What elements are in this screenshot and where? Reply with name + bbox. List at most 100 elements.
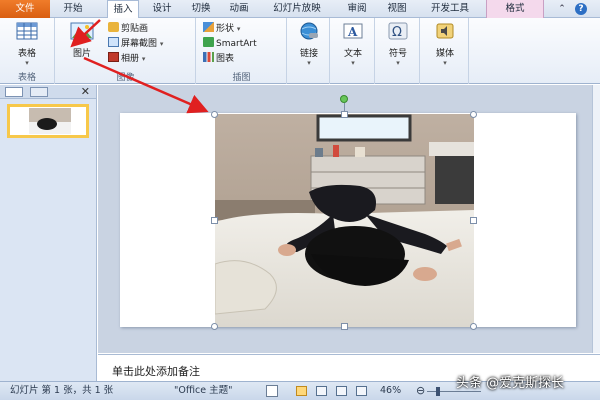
resize-handle-left[interactable] — [211, 217, 218, 224]
ribbon-tab-bar: 文件 开始 插入 设计 切换 动画 幻灯片放映 审阅 视图 开发工具 格式 ⌃ … — [0, 0, 600, 19]
symbols-dropdown-icon: ▾ — [396, 59, 400, 67]
slides-panel-tabs: ✕ — [0, 85, 96, 99]
group-illustrations-label: 插图 — [232, 73, 251, 83]
resize-handle-right[interactable] — [470, 217, 477, 224]
resize-handle-top[interactable] — [341, 111, 348, 118]
theme-status: "Office 主题" — [174, 385, 233, 396]
outline-tab[interactable] — [30, 87, 48, 97]
text-button[interactable]: A 文本 ▾ — [336, 21, 370, 67]
group-illustrations: 形状 ▾ SmartArt 图表 插图 — [197, 18, 287, 84]
link-globe-icon — [300, 22, 318, 40]
clipart-button[interactable]: 剪贴画 — [108, 22, 148, 35]
svg-text:A: A — [347, 25, 358, 39]
inserted-photo[interactable] — [215, 114, 474, 327]
slides-panel: ✕ 1 — [0, 85, 97, 381]
clipart-label: 剪贴画 — [121, 24, 149, 34]
text-label: 文本 — [343, 49, 362, 59]
group-tables-label: 表格 — [17, 73, 36, 83]
tab-review[interactable]: 审阅 — [340, 0, 374, 18]
tab-developer[interactable]: 开发工具 — [420, 0, 480, 18]
text-icon: A — [343, 23, 363, 39]
tab-view[interactable]: 视图 — [380, 0, 414, 18]
table-icon — [16, 22, 38, 40]
resize-handle-bottom-right[interactable] — [470, 323, 477, 330]
zoom-level[interactable]: 46% — [380, 382, 401, 400]
slide-thumbnail[interactable] — [7, 104, 89, 138]
screenshot-icon — [108, 37, 119, 47]
tab-home[interactable]: 开始 — [56, 0, 90, 18]
zoom-out-icon[interactable]: ⊖ — [416, 382, 425, 400]
zoom-slider-thumb[interactable] — [435, 387, 440, 396]
table-dropdown-icon: ▾ — [25, 59, 29, 67]
slide-sorter-view-button[interactable] — [316, 386, 327, 396]
minimize-ribbon-icon[interactable]: ⌃ — [556, 3, 568, 15]
group-tables: 表格 ▾ 表格 — [0, 18, 55, 84]
group-media: 媒体 ▾ — [421, 18, 469, 84]
shapes-button[interactable]: 形状 ▾ — [203, 22, 240, 35]
tab-design[interactable]: 设计 — [145, 0, 179, 18]
chart-label: 图表 — [216, 54, 235, 64]
symbols-button[interactable]: Ω 符号 ▾ — [381, 21, 415, 67]
svg-text:Ω: Ω — [392, 25, 402, 40]
smartart-button[interactable]: SmartArt — [203, 37, 257, 50]
resize-handle-bottom[interactable] — [341, 323, 348, 330]
tab-format[interactable]: 格式 — [486, 0, 544, 18]
rotate-handle-stem — [344, 103, 345, 112]
media-dropdown-icon: ▾ — [443, 59, 447, 67]
album-label: 相册 — [121, 54, 140, 64]
chart-button[interactable]: 图表 — [203, 52, 234, 65]
links-label: 链接 — [299, 49, 318, 59]
shapes-icon — [203, 22, 214, 32]
resize-handle-bottom-left[interactable] — [211, 323, 218, 330]
group-symbols: Ω 符号 ▾ — [376, 18, 420, 84]
group-text: A 文本 ▾ — [331, 18, 375, 84]
screenshot-label: 屏幕截图 — [121, 39, 158, 49]
slideshow-view-button[interactable] — [356, 386, 367, 396]
shapes-label: 形状 — [216, 24, 235, 34]
group-images: 图片 剪贴画 屏幕截图 ▾ 相册 ▾ 图像 — [56, 18, 196, 84]
watermark: 头条 @爱克斯探长 — [456, 376, 565, 391]
chart-icon — [203, 52, 214, 62]
clipart-icon — [108, 22, 119, 32]
normal-view-button[interactable] — [296, 386, 307, 396]
reading-view-button[interactable] — [336, 386, 347, 396]
omega-icon: Ω — [388, 22, 408, 40]
resize-handle-top-right[interactable] — [470, 111, 477, 118]
slide-editing-area — [98, 85, 592, 353]
screenshot-dropdown-icon: ▾ — [159, 40, 164, 48]
links-button[interactable]: 链接 ▾ — [292, 21, 326, 67]
screenshot-button[interactable]: 屏幕截图 ▾ — [108, 37, 163, 50]
table-button[interactable]: 表格 ▾ — [6, 21, 48, 67]
album-dropdown-icon: ▾ — [141, 55, 146, 63]
text-dropdown-icon: ▾ — [351, 59, 355, 67]
picture-button[interactable]: 图片 — [62, 21, 102, 59]
rotate-handle[interactable] — [340, 95, 348, 103]
tab-slideshow[interactable]: 幻灯片放映 — [258, 0, 336, 18]
ribbon-insert: 表格 ▾ 表格 图片 剪贴画 屏幕截图 ▾ 相册 ▾ 图像 形状 ▾ Smart… — [0, 18, 600, 84]
album-button[interactable]: 相册 ▾ — [108, 52, 145, 65]
group-links: 链接 ▾ — [288, 18, 330, 84]
album-icon — [108, 52, 119, 62]
media-speaker-icon — [436, 23, 454, 39]
smartart-label: SmartArt — [216, 39, 257, 49]
help-icon[interactable]: ? — [575, 3, 587, 15]
smartart-icon — [203, 37, 214, 47]
close-panel-icon[interactable]: ✕ — [81, 85, 90, 98]
photo-image — [215, 114, 474, 327]
tab-animations[interactable]: 动画 — [222, 0, 256, 18]
media-label: 媒体 — [435, 49, 454, 59]
links-dropdown-icon: ▾ — [307, 59, 311, 67]
slides-tab[interactable] — [5, 87, 23, 97]
tab-file[interactable]: 文件 — [0, 0, 50, 18]
shapes-dropdown-icon: ▾ — [236, 25, 241, 33]
group-images-label: 图像 — [116, 73, 135, 83]
resize-handle-top-left[interactable] — [211, 111, 218, 118]
table-button-label: 表格 — [17, 49, 36, 59]
symbols-label: 符号 — [388, 49, 407, 59]
notes-placeholder: 单击此处添加备注 — [112, 365, 200, 378]
media-button[interactable]: 媒体 ▾ — [428, 21, 462, 67]
spellcheck-icon[interactable] — [266, 385, 278, 397]
tab-transitions[interactable]: 切换 — [184, 0, 218, 18]
tab-insert[interactable]: 插入 — [107, 0, 139, 19]
vertical-scrollbar[interactable] — [592, 85, 600, 353]
